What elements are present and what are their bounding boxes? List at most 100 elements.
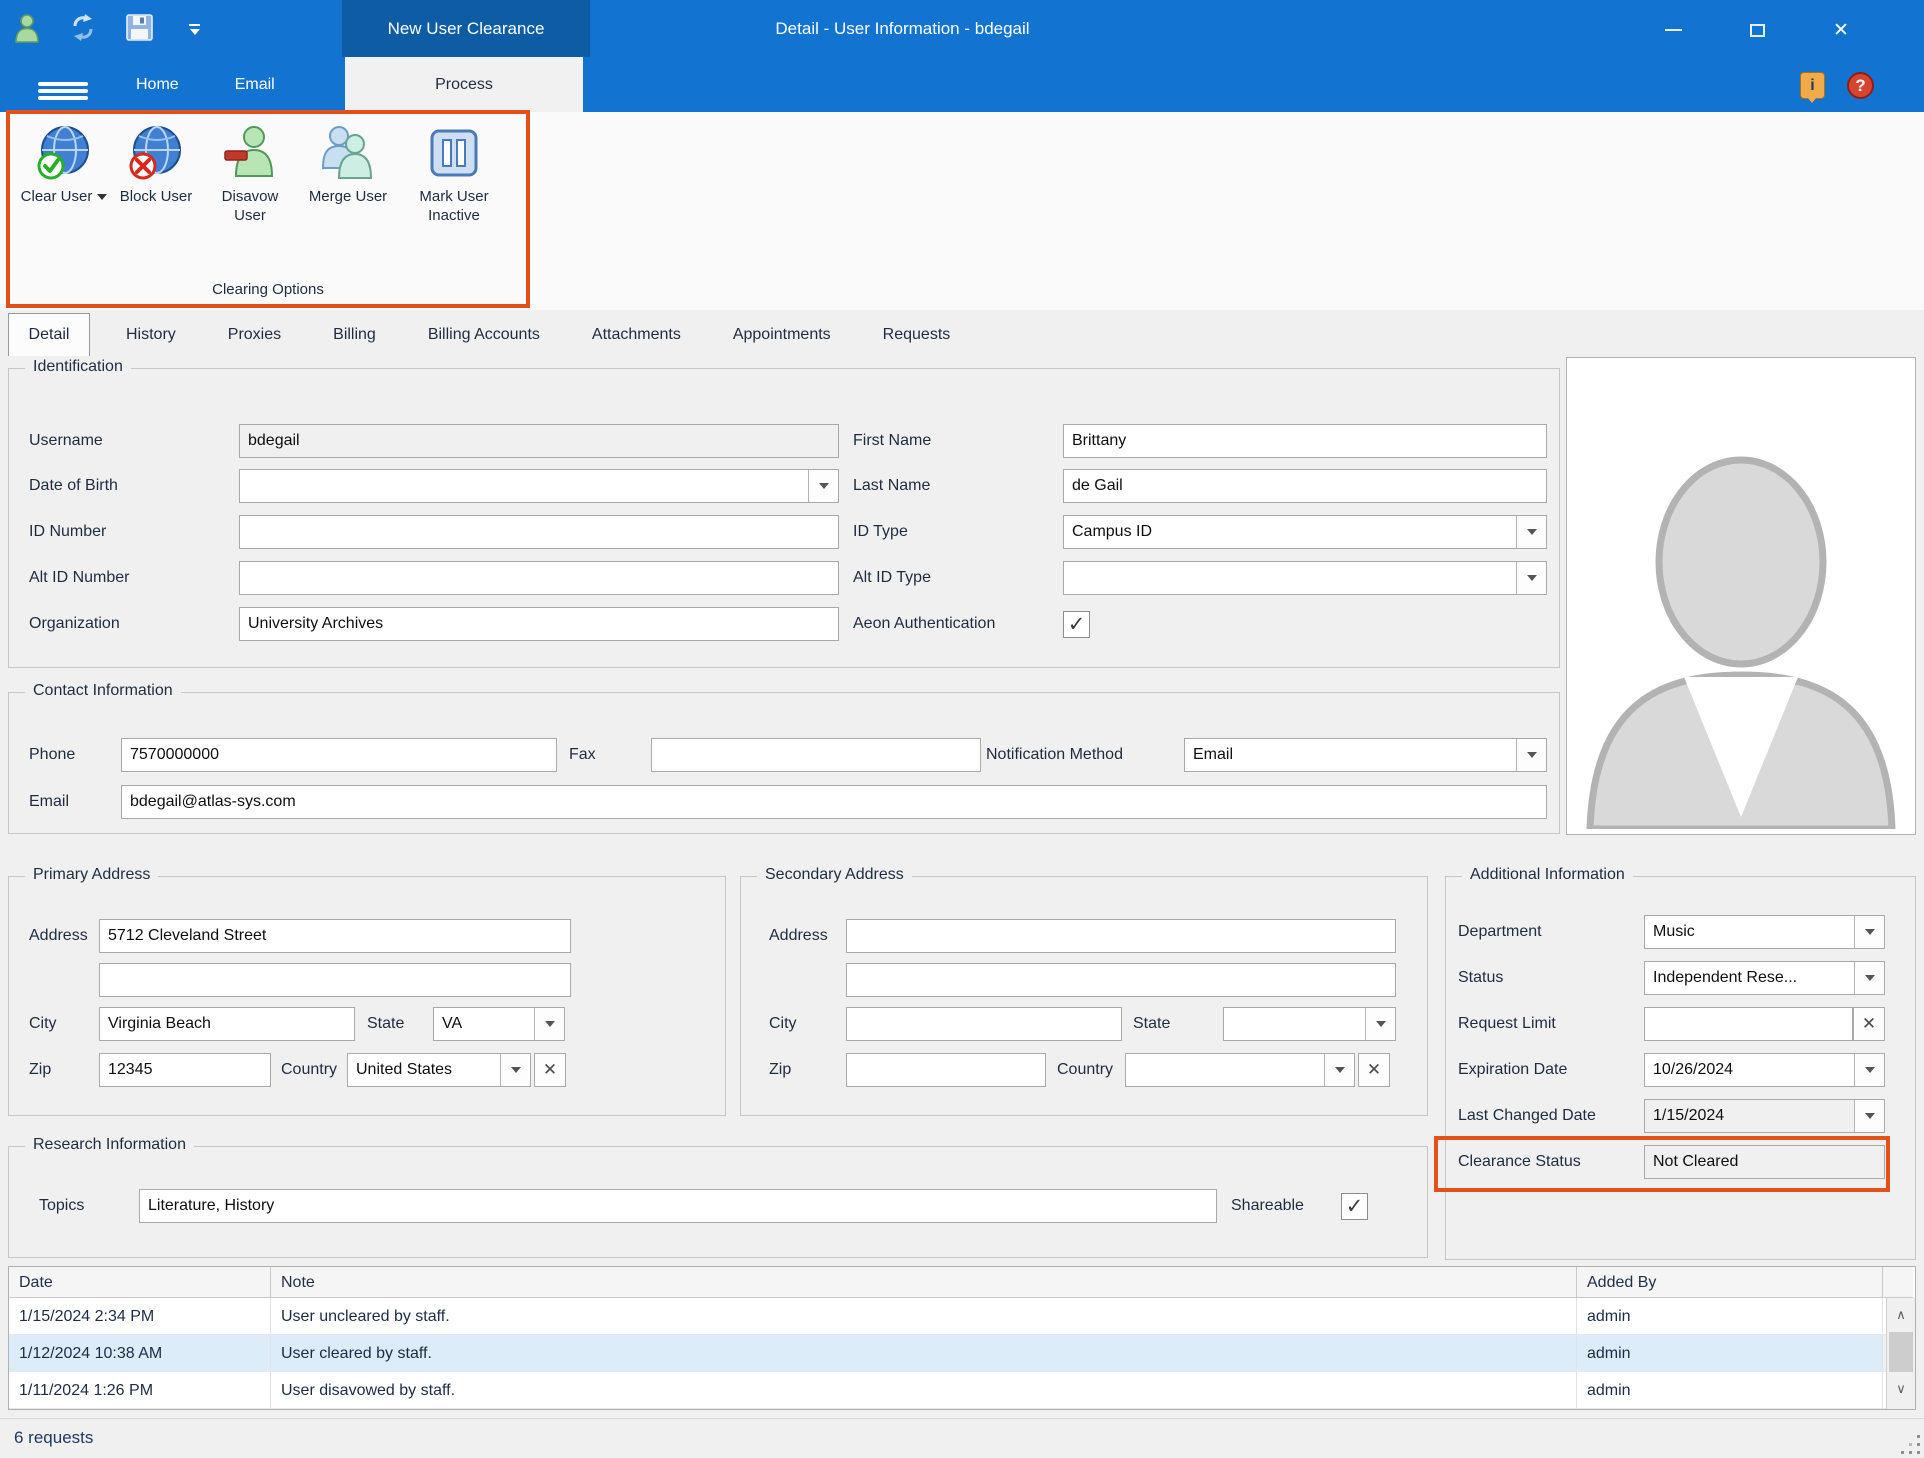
primary-zip-field[interactable]	[99, 1053, 271, 1087]
alt-id-type-dropdown[interactable]	[1063, 561, 1547, 595]
chevron-down-icon[interactable]	[500, 1054, 530, 1086]
tab-appointments[interactable]: Appointments	[707, 313, 857, 356]
ribbon-tab-process[interactable]: Process	[345, 57, 583, 112]
primary-country-clear-button[interactable]: ✕	[534, 1053, 566, 1087]
chevron-down-icon[interactable]	[1854, 1054, 1884, 1086]
tab-detail[interactable]: Detail	[8, 313, 90, 356]
pause-icon	[425, 124, 483, 182]
identification-legend: Identification	[25, 358, 131, 376]
alt-id-type-label: Alt ID Type	[853, 561, 931, 595]
refresh-button[interactable]	[66, 12, 100, 48]
city-label: City	[29, 1007, 57, 1041]
request-limit-clear-button[interactable]: ✕	[1853, 1007, 1885, 1041]
maximize-button[interactable]	[1732, 10, 1782, 50]
table-header-row: Date Note Added By	[9, 1267, 1915, 1298]
primary-address-field[interactable]	[99, 919, 571, 953]
clearance-history-table: Date Note Added By 1/15/2024 2:34 PM Use…	[8, 1266, 1916, 1410]
primary-state-dropdown[interactable]: VA	[433, 1007, 565, 1041]
email-field[interactable]	[121, 785, 1547, 819]
chevron-down-icon[interactable]	[1854, 962, 1884, 994]
mark-user-inactive-label: Mark User Inactive	[419, 188, 488, 224]
save-button[interactable]	[122, 12, 156, 48]
disavow-user-button[interactable]: Disavow User	[204, 122, 296, 225]
request-limit-field[interactable]	[1644, 1007, 1853, 1041]
id-number-field[interactable]	[239, 515, 839, 549]
chevron-down-icon[interactable]	[1854, 916, 1884, 948]
username-field[interactable]	[239, 424, 839, 458]
tab-billing-accounts[interactable]: Billing Accounts	[402, 313, 566, 356]
tab-billing[interactable]: Billing	[307, 313, 402, 356]
scrollbar-thumb[interactable]	[1889, 1332, 1913, 1372]
organization-field[interactable]	[239, 607, 839, 641]
merge-user-button[interactable]: Merge User	[300, 122, 396, 225]
vertical-scrollbar[interactable]: ∧ ∨	[1886, 1298, 1915, 1409]
primary-address2-field[interactable]	[99, 963, 571, 997]
chevron-down-icon[interactable]	[1516, 516, 1546, 548]
chevron-down-icon[interactable]	[1324, 1054, 1354, 1086]
close-button[interactable]: ✕	[1816, 10, 1866, 50]
phone-field[interactable]	[121, 738, 557, 772]
minimize-button[interactable]	[1648, 10, 1698, 50]
department-dropdown[interactable]: Music	[1644, 915, 1885, 949]
about-button[interactable]: i	[1800, 72, 1825, 99]
resize-grip-icon[interactable]	[1917, 1451, 1920, 1454]
column-header-date[interactable]: Date	[9, 1267, 271, 1298]
ribbon-tab-email[interactable]: Email	[207, 57, 303, 112]
chevron-down-icon[interactable]	[1516, 739, 1546, 771]
chevron-down-icon[interactable]	[1365, 1008, 1395, 1040]
secondary-city-field[interactable]	[846, 1007, 1122, 1041]
aeon-authentication-checkbox[interactable]: ✓	[1063, 611, 1090, 638]
last-changed-date-picker[interactable]: 1/15/2024	[1644, 1099, 1885, 1133]
country-label: Country	[281, 1053, 337, 1087]
scroll-up-icon[interactable]: ∧	[1887, 1298, 1915, 1332]
detail-tab-strip: Detail History Proxies Billing Billing A…	[0, 310, 1924, 356]
tab-proxies[interactable]: Proxies	[202, 313, 307, 356]
scroll-down-icon[interactable]: ∨	[1887, 1372, 1915, 1406]
clear-user-button[interactable]: Clear User	[20, 122, 108, 225]
id-type-label: ID Type	[853, 515, 908, 549]
secondary-address2-field[interactable]	[846, 963, 1396, 997]
primary-city-field[interactable]	[99, 1007, 355, 1041]
ribbon-tab-home[interactable]: Home	[108, 57, 207, 112]
qat-customize-button[interactable]	[178, 12, 212, 48]
request-limit-label: Request Limit	[1458, 1007, 1556, 1041]
chevron-down-icon[interactable]	[808, 470, 838, 502]
column-header-added-by[interactable]: Added By	[1577, 1267, 1883, 1298]
quick-access-toolbar	[10, 10, 212, 50]
table-row[interactable]: 1/11/2024 1:26 PM User disavowed by staf…	[9, 1372, 1915, 1409]
maximize-icon	[1750, 24, 1765, 37]
help-button[interactable]: ?	[1847, 72, 1874, 99]
first-name-field[interactable]	[1063, 424, 1547, 458]
secondary-state-dropdown[interactable]	[1223, 1007, 1396, 1041]
tab-history[interactable]: History	[100, 313, 202, 356]
menu-button[interactable]	[38, 82, 88, 100]
block-user-button[interactable]: Block User	[112, 122, 200, 225]
secondary-country-dropdown[interactable]	[1125, 1053, 1355, 1087]
date-of-birth-picker[interactable]	[239, 469, 839, 503]
notification-method-dropdown[interactable]: Email	[1184, 738, 1547, 772]
topics-field[interactable]	[139, 1189, 1217, 1223]
chevron-down-icon[interactable]	[1854, 1100, 1884, 1132]
table-row-selected[interactable]: 1/12/2024 10:38 AM User cleared by staff…	[9, 1335, 1915, 1372]
table-row[interactable]: 1/15/2024 2:34 PM User uncleared by staf…	[9, 1298, 1915, 1335]
primary-country-dropdown[interactable]: United States	[347, 1053, 531, 1087]
tab-requests[interactable]: Requests	[857, 313, 977, 356]
secondary-country-clear-button[interactable]: ✕	[1358, 1053, 1390, 1087]
status-dropdown[interactable]: Independent Rese...	[1644, 961, 1885, 995]
shareable-checkbox[interactable]: ✓	[1341, 1193, 1368, 1220]
mark-user-inactive-button[interactable]: Mark User Inactive	[400, 122, 508, 225]
tab-attachments[interactable]: Attachments	[566, 313, 707, 356]
last-name-field[interactable]	[1063, 469, 1547, 503]
expiration-date-picker[interactable]: 10/26/2024	[1644, 1053, 1885, 1087]
close-icon: ✕	[1833, 19, 1849, 42]
secondary-zip-field[interactable]	[846, 1053, 1046, 1087]
user-button[interactable]	[10, 12, 44, 48]
id-type-dropdown[interactable]: Campus ID	[1063, 515, 1547, 549]
secondary-address-field[interactable]	[846, 919, 1396, 953]
chevron-down-icon[interactable]	[1516, 562, 1546, 594]
alt-id-number-field[interactable]	[239, 561, 839, 595]
chevron-down-icon[interactable]	[534, 1008, 564, 1040]
state-label: State	[1133, 1007, 1170, 1041]
fax-field[interactable]	[651, 738, 981, 772]
column-header-note[interactable]: Note	[271, 1267, 1577, 1298]
